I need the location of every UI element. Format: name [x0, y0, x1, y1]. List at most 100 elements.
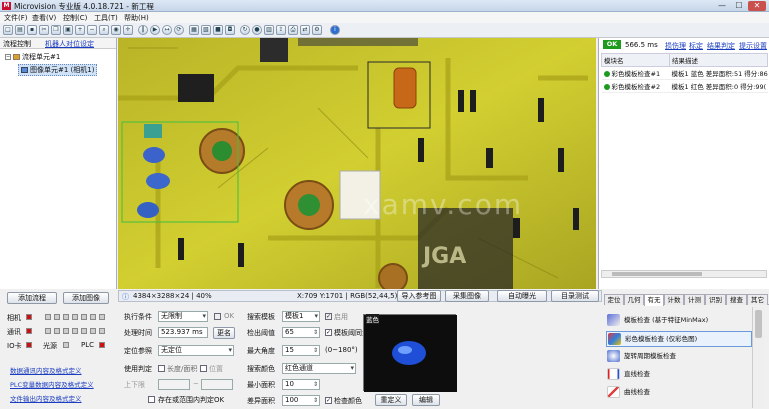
diff-area-spinner[interactable]: 100	[282, 395, 320, 406]
menu-file[interactable]: 文件(F)	[4, 13, 28, 23]
horizontal-scrollbar[interactable]	[601, 270, 767, 278]
link-plc-format[interactable]: PLC变量数据内容及格式定义	[10, 379, 94, 389]
print-icon[interactable]: ⎙	[288, 25, 298, 35]
ok-checkbox[interactable]	[214, 313, 221, 320]
directory-test-button[interactable]: 目录测试	[551, 290, 599, 302]
exec-condition-select[interactable]: 无限制	[158, 311, 208, 322]
open-folder-icon[interactable]: ▤	[15, 25, 25, 35]
template-label: 搜索模板	[247, 313, 275, 321]
process-time-label: 处理时间	[124, 329, 152, 337]
tool-color-template-check[interactable]: 彩色模板检查 (仅彩色图)	[606, 331, 752, 347]
zoom-in-icon[interactable]: +	[75, 25, 85, 35]
judge-in-range-checkbox[interactable]	[148, 396, 155, 403]
tool-curve-check[interactable]: 曲线检查	[606, 385, 752, 401]
max-angle-spinner[interactable]: 15	[282, 345, 320, 356]
table-row[interactable]: 彩色模板检查#1 模板1 蓝色 差异面积:51 得分:86	[601, 66, 768, 80]
min-area-spinner[interactable]: 10	[282, 379, 320, 390]
zoom-out-icon[interactable]: −	[87, 25, 97, 35]
link-comm-format[interactable]: 数据通讯内容及格式定义	[10, 365, 82, 375]
chart-icon[interactable]: ▥	[264, 25, 274, 35]
link-file-output-format[interactable]: 文件输出内容及格式定义	[10, 393, 82, 403]
image-viewport[interactable]: JGA xamv.com	[118, 38, 596, 289]
scrollbar-thumb[interactable]	[612, 272, 702, 276]
record-icon[interactable]: ●	[252, 25, 262, 35]
tab-robot-alignment[interactable]: 机器人对位设定	[45, 39, 94, 49]
tool-template-check[interactable]: 模板检查 (基于特征MinMax)	[606, 313, 752, 329]
tab-positioning[interactable]: 定位	[604, 294, 624, 305]
new-file-icon[interactable]: □	[3, 25, 13, 35]
position-checkbox[interactable]	[200, 365, 207, 372]
tab-other[interactable]: 其它	[747, 294, 768, 305]
grid-icon[interactable]: ▦	[189, 25, 199, 35]
length-area-checkbox[interactable]	[158, 365, 165, 372]
tool-rotation-template-check[interactable]: 旋转周期模板检查	[606, 349, 752, 365]
io-indicator	[45, 328, 51, 334]
menu-help[interactable]: 帮助(H)	[124, 13, 149, 23]
enable-checkbox[interactable]: ✓	[325, 313, 332, 320]
run-once-icon[interactable]: ⟳	[174, 25, 184, 35]
add-flow-button[interactable]: 添加流程	[7, 292, 57, 304]
tab-flow-control[interactable]: 流程控制	[3, 39, 31, 49]
import-reference-button[interactable]: 导入参考图	[397, 290, 441, 302]
tab-measure[interactable]: 计测	[684, 294, 705, 305]
edit-button[interactable]: 编辑	[412, 394, 440, 406]
export-icon[interactable]: ⇪	[276, 25, 286, 35]
play-icon[interactable]: ▶	[150, 25, 160, 35]
search-color-select[interactable]: 红色通道	[282, 363, 356, 374]
copy-icon[interactable]: ❐	[51, 25, 61, 35]
tree-node-flow-unit[interactable]: − 流程单元#1	[5, 52, 60, 62]
step-icon[interactable]: ↦	[162, 25, 172, 35]
link-prompt-settings[interactable]: 提示设置	[739, 41, 767, 51]
link-damage[interactable]: 损伤理	[665, 41, 686, 51]
cut-icon[interactable]: ✂	[39, 25, 49, 35]
pause-icon[interactable]: ‖	[138, 25, 148, 35]
link-result-judge[interactable]: 结果判定	[707, 41, 735, 51]
menu-tools[interactable]: 工具(T)	[94, 13, 118, 23]
tool-list-scrollbar[interactable]	[752, 307, 764, 408]
stop-icon[interactable]: ■	[213, 25, 223, 35]
left-panel-tabs: 流程控制 机器人对位设定	[0, 38, 116, 49]
menu-control[interactable]: 控制(C)	[63, 13, 87, 23]
capture-image-button[interactable]: 采集图像	[445, 290, 489, 302]
diff-area-label: 差异面积	[247, 397, 275, 405]
rename-button[interactable]: 更名	[213, 327, 235, 339]
link-calibrate[interactable]: 标定	[689, 41, 703, 51]
save-icon[interactable]: ▪	[27, 25, 37, 35]
camera-icon[interactable]: ◘	[225, 25, 235, 35]
check-color-checkbox[interactable]: ✓	[325, 397, 332, 404]
info-icon[interactable]: i	[330, 25, 340, 35]
maximize-button[interactable]: ☐	[731, 1, 747, 11]
image-icon[interactable]: ▧	[201, 25, 211, 35]
reference-select[interactable]: 无定位	[158, 345, 234, 356]
auto-exposure-button[interactable]: 自动曝光	[497, 290, 547, 302]
lower-limit-field[interactable]	[158, 379, 190, 390]
refresh-icon[interactable]: ↻	[240, 25, 250, 35]
search-icon[interactable]: ⌕	[99, 25, 109, 35]
template-sync-checkbox[interactable]: ✓	[325, 329, 332, 336]
template-select[interactable]: 模板1	[282, 311, 320, 322]
table-row[interactable]: 彩色模板检查#2 模板1 红色 差异面积:0 得分:99(	[601, 79, 768, 93]
tab-recognize[interactable]: 识别	[705, 294, 726, 305]
eye-icon[interactable]: ◉	[111, 25, 121, 35]
settings-gear-icon[interactable]: ⚙	[312, 25, 322, 35]
menu-view[interactable]: 查看(V)	[32, 13, 56, 23]
io-card-label: IO卡	[7, 342, 22, 350]
share-icon[interactable]: ⇄	[300, 25, 310, 35]
close-button[interactable]: ✕	[748, 1, 766, 11]
tool-line-check[interactable]: 直线检查	[606, 367, 752, 383]
tree-node-image-unit[interactable]: 图像单元#1 (相机1)	[18, 64, 98, 76]
minimize-button[interactable]: —	[714, 1, 730, 11]
paste-icon[interactable]: ▣	[63, 25, 73, 35]
tab-geometry[interactable]: 几何	[624, 294, 644, 305]
scrollbar-thumb[interactable]	[755, 310, 762, 338]
tab-search[interactable]: 搜查	[726, 294, 747, 305]
tab-presence[interactable]: 有无	[644, 294, 664, 306]
threshold-spinner[interactable]: 65	[282, 327, 320, 338]
ok-check-icon	[603, 71, 610, 77]
upper-limit-field[interactable]	[201, 379, 233, 390]
crosshair-icon[interactable]: ✛	[123, 25, 133, 35]
collapse-icon[interactable]: −	[5, 54, 11, 60]
add-image-button[interactable]: 添加图像	[63, 292, 109, 304]
redefine-button[interactable]: 重定义	[375, 394, 407, 406]
tab-count[interactable]: 计数	[664, 294, 684, 305]
